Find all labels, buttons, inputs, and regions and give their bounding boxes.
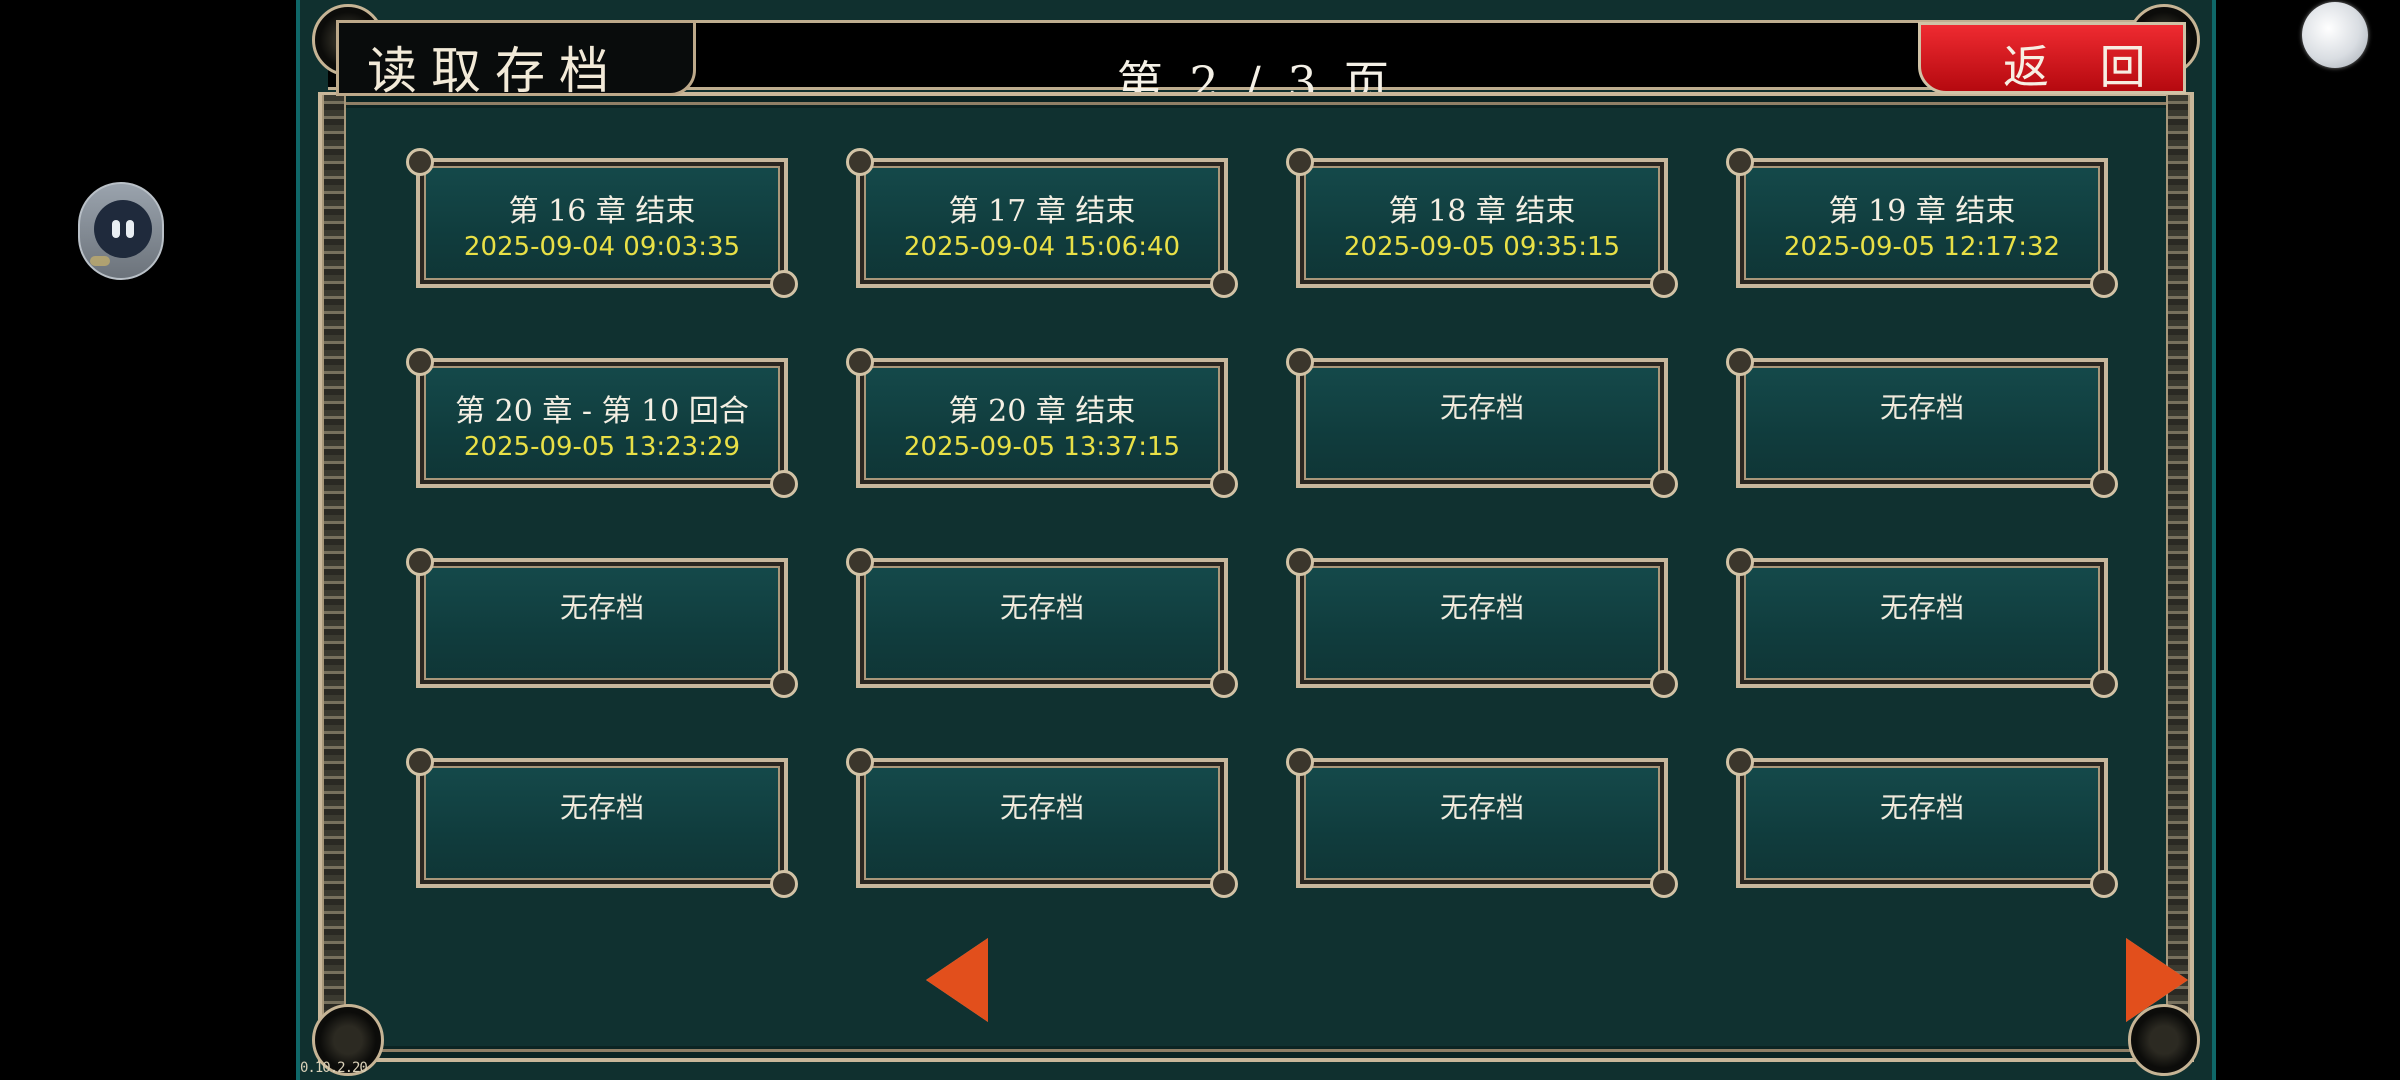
empty-slot-label: 无存档	[559, 591, 644, 624]
right-rail-decoration	[2166, 95, 2190, 1050]
save-slot[interactable]: 无存档	[1286, 548, 1678, 698]
save-slot-timestamp: 2025-09-05 13:23:29	[463, 432, 741, 462]
robot-face-icon	[94, 200, 152, 258]
version-label: 0.10.2.20	[300, 1060, 368, 1076]
save-slot[interactable]: 第 18 章 结束 2025-09-05 09:35:15	[1286, 148, 1678, 298]
save-slot[interactable]: 无存档	[1726, 748, 2118, 898]
save-slot[interactable]: 无存档	[406, 748, 798, 898]
next-page-arrow-icon[interactable]	[2126, 938, 2188, 1022]
save-slot[interactable]: 无存档	[406, 548, 798, 698]
save-slot[interactable]: 无存档	[1286, 748, 1678, 898]
save-slot-title: 第 16 章 结束	[508, 194, 696, 229]
empty-slot-label: 无存档	[559, 791, 644, 824]
save-slot[interactable]: 第 16 章 结束 2025-09-04 09:03:35	[406, 148, 798, 298]
page-title: 读取存档	[367, 42, 623, 100]
load-save-panel: 第 2 / 3 页 读取存档 返 回 第 16 章 结束 2025-09-04 0…	[296, 0, 2216, 1080]
back-button[interactable]: 返 回	[1918, 22, 2186, 94]
left-rail-decoration	[322, 95, 346, 1050]
empty-slot-label: 无存档	[1879, 591, 1964, 624]
save-slot-timestamp: 2025-09-05 12:17:32	[1783, 232, 2061, 262]
empty-slot-label: 无存档	[1439, 591, 1524, 624]
save-slot-title: 第 19 章 结束	[1828, 194, 2016, 229]
save-slot-timestamp: 2025-09-05 09:35:15	[1343, 232, 1621, 262]
empty-slot-label: 无存档	[999, 591, 1084, 624]
save-slot[interactable]: 无存档	[1726, 348, 2118, 498]
save-slot[interactable]: 无存档	[846, 548, 1238, 698]
save-slot[interactable]: 无存档	[1726, 548, 2118, 698]
empty-slot-label: 无存档	[1879, 391, 1964, 424]
save-slot-title: 第 17 章 结束	[948, 194, 1136, 229]
save-slot-title: 第 20 章 结束	[948, 394, 1136, 429]
save-slot-timestamp: 2025-09-05 13:37:15	[903, 432, 1181, 462]
floating-ball-button[interactable]	[2302, 2, 2368, 68]
assistant-float-icon[interactable]	[78, 182, 164, 280]
save-slot-title: 第 18 章 结束	[1388, 194, 1576, 229]
empty-slot-label: 无存档	[1439, 791, 1524, 824]
save-slot-timestamp: 2025-09-04 15:06:40	[903, 232, 1181, 262]
save-slot-timestamp: 2025-09-04 09:03:35	[463, 232, 741, 262]
save-slot-title: 第 20 章 - 第 10 回合	[455, 394, 749, 429]
back-button-label: 返 回	[2003, 40, 2164, 94]
prev-page-arrow-icon[interactable]	[926, 938, 988, 1022]
title-plate: 读取存档	[336, 20, 696, 100]
empty-slot-label: 无存档	[1439, 391, 1524, 424]
save-slot[interactable]: 第 20 章 结束 2025-09-05 13:37:15	[846, 348, 1238, 498]
empty-slot-label: 无存档	[1879, 791, 1964, 824]
save-slot[interactable]: 无存档	[1286, 348, 1678, 498]
save-slot[interactable]: 第 19 章 结束 2025-09-05 12:17:32	[1726, 148, 2118, 298]
empty-slot-label: 无存档	[999, 791, 1084, 824]
save-slot[interactable]: 第 17 章 结束 2025-09-04 15:06:40	[846, 148, 1238, 298]
save-slot[interactable]: 无存档	[846, 748, 1238, 898]
save-slot[interactable]: 第 20 章 - 第 10 回合 2025-09-05 13:23:29	[406, 348, 798, 498]
